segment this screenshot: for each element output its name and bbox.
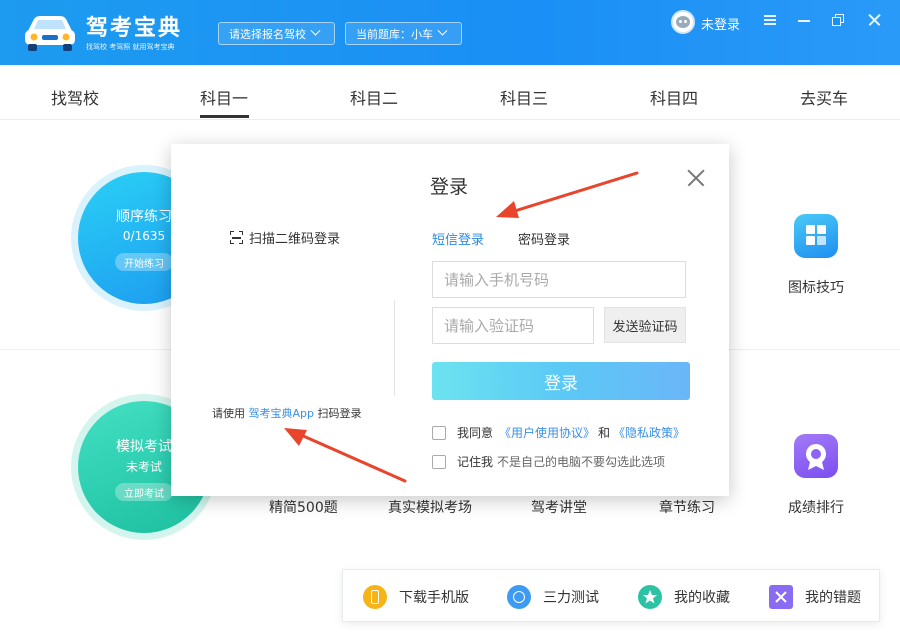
sms-login-tab[interactable]: 短信登录: [432, 229, 484, 248]
menu-icon[interactable]: [762, 12, 778, 28]
agreement-row: 我同意 《用户使用协议》 和 《隐私政策》: [432, 424, 685, 441]
qr-login-tab[interactable]: 扫描二维码登录: [230, 228, 340, 247]
download-mobile-button[interactable]: 下载手机版: [363, 570, 469, 623]
download-mobile-label: 下载手机版: [399, 589, 469, 606]
wrong-questions-label: 我的错题: [805, 589, 861, 606]
phone-icon: [363, 584, 387, 609]
app-slogan: 找驾校 考驾照 就用驾考宝典: [86, 43, 175, 51]
star-shape: [643, 589, 657, 603]
qr-hint-suffix: 扫码登录: [317, 407, 362, 420]
login-button[interactable]: 登录: [432, 362, 690, 400]
app-header: 驾考宝典 找驾校 考驾照 就用驾考宝典 请选择报名驾校 当前题库：小车 未登录: [0, 0, 900, 65]
user-avatar[interactable]: [671, 10, 695, 34]
question-bank-label: 当前题库：小车: [356, 27, 433, 41]
close-icon[interactable]: [685, 168, 705, 188]
agreement-checkbox[interactable]: [432, 425, 446, 440]
question-bank-select[interactable]: 当前题库：小车: [345, 22, 462, 45]
real-exam-label[interactable]: 真实模拟考场: [388, 497, 472, 517]
avatar-eye: [684, 20, 687, 23]
login-status[interactable]: 未登录: [701, 14, 740, 33]
car-logo-icon: [25, 16, 75, 51]
start-exam-button[interactable]: 立即考试: [115, 483, 173, 501]
x-shape: [775, 590, 787, 603]
user-agreement-link[interactable]: 《用户使用协议》: [499, 424, 595, 441]
ranking-label[interactable]: 成绩排行: [788, 497, 844, 517]
remember-hint: 不是自己的电脑不要勾选此选项: [497, 455, 666, 469]
chevron-down-icon: [310, 25, 321, 36]
send-code-button[interactable]: 发送验证码: [604, 307, 686, 343]
password-login-tab[interactable]: 密码登录: [518, 229, 570, 248]
lecture-label[interactable]: 驾考讲堂: [531, 497, 587, 517]
scan-icon: [230, 231, 243, 244]
simplified-500-label[interactable]: 精简500题: [269, 497, 338, 517]
tab-buy-car[interactable]: 去买车: [800, 85, 848, 109]
avatar-eye: [679, 20, 682, 23]
maximize-icon[interactable]: [831, 12, 847, 28]
and-text: 和: [598, 426, 611, 440]
close-window-icon[interactable]: [866, 12, 882, 28]
verification-code-input[interactable]: [432, 307, 594, 344]
tab-subject-one[interactable]: 科目一: [200, 85, 248, 109]
icon-tips-label[interactable]: 图标技巧: [788, 277, 844, 297]
remember-checkbox[interactable]: [432, 454, 446, 469]
remember-label: 记住我: [457, 455, 494, 469]
chapter-practice-label[interactable]: 章节练习: [659, 497, 715, 517]
favorites-button[interactable]: 我的收藏: [638, 570, 730, 623]
brain-icon: [507, 584, 531, 609]
favorites-label: 我的收藏: [674, 589, 730, 606]
app-link[interactable]: 驾考宝典App: [249, 407, 315, 420]
login-dialog: 登录 扫描二维码登录 请使用 驾考宝典App 扫码登录 短信登录 密码登录 发送…: [171, 144, 729, 496]
minimize-icon[interactable]: [796, 12, 812, 28]
qr-login-label: 扫描二维码登录: [249, 232, 341, 247]
ranking-icon[interactable]: [794, 434, 838, 478]
privacy-policy-link[interactable]: 《隐私政策》: [613, 424, 685, 441]
remember-row: 记住我 不是自己的电脑不要勾选此选项: [432, 453, 665, 470]
icon-tips-icon[interactable]: [794, 214, 838, 258]
medal-icon: [806, 444, 826, 470]
x-icon: [769, 584, 793, 609]
bottom-toolbar: 下载手机版 三力测试 我的收藏 我的错题: [342, 569, 880, 622]
chevron-down-icon: [437, 25, 448, 36]
subject-nav: 找驾校 科目一 科目二 科目三 科目四 去买车: [0, 65, 900, 120]
login-dialog-title: 登录: [430, 176, 469, 198]
tab-subject-two[interactable]: 科目二: [350, 85, 398, 109]
phone-input[interactable]: [432, 261, 686, 298]
tab-subject-three[interactable]: 科目三: [500, 85, 548, 109]
star-icon: [638, 584, 662, 609]
agree-text: 我同意: [457, 426, 494, 440]
grid-icon: [806, 225, 826, 245]
school-select[interactable]: 请选择报名驾校: [218, 22, 335, 45]
tab-subject-four[interactable]: 科目四: [650, 85, 698, 109]
app-title: 驾考宝典: [86, 16, 183, 41]
cognitive-test-button[interactable]: 三力测试: [507, 570, 599, 623]
active-tab-indicator: [200, 115, 249, 118]
cognitive-test-label: 三力测试: [543, 589, 599, 606]
wrong-questions-button[interactable]: 我的错题: [769, 570, 861, 623]
dialog-divider: [394, 300, 395, 396]
tab-find-school[interactable]: 找驾校: [51, 85, 99, 109]
start-practice-button[interactable]: 开始练习: [115, 253, 173, 271]
qr-hint-prefix: 请使用: [212, 407, 245, 420]
qr-login-hint: 请使用 驾考宝典App 扫码登录: [212, 405, 362, 421]
school-select-label: 请选择报名驾校: [229, 27, 306, 41]
